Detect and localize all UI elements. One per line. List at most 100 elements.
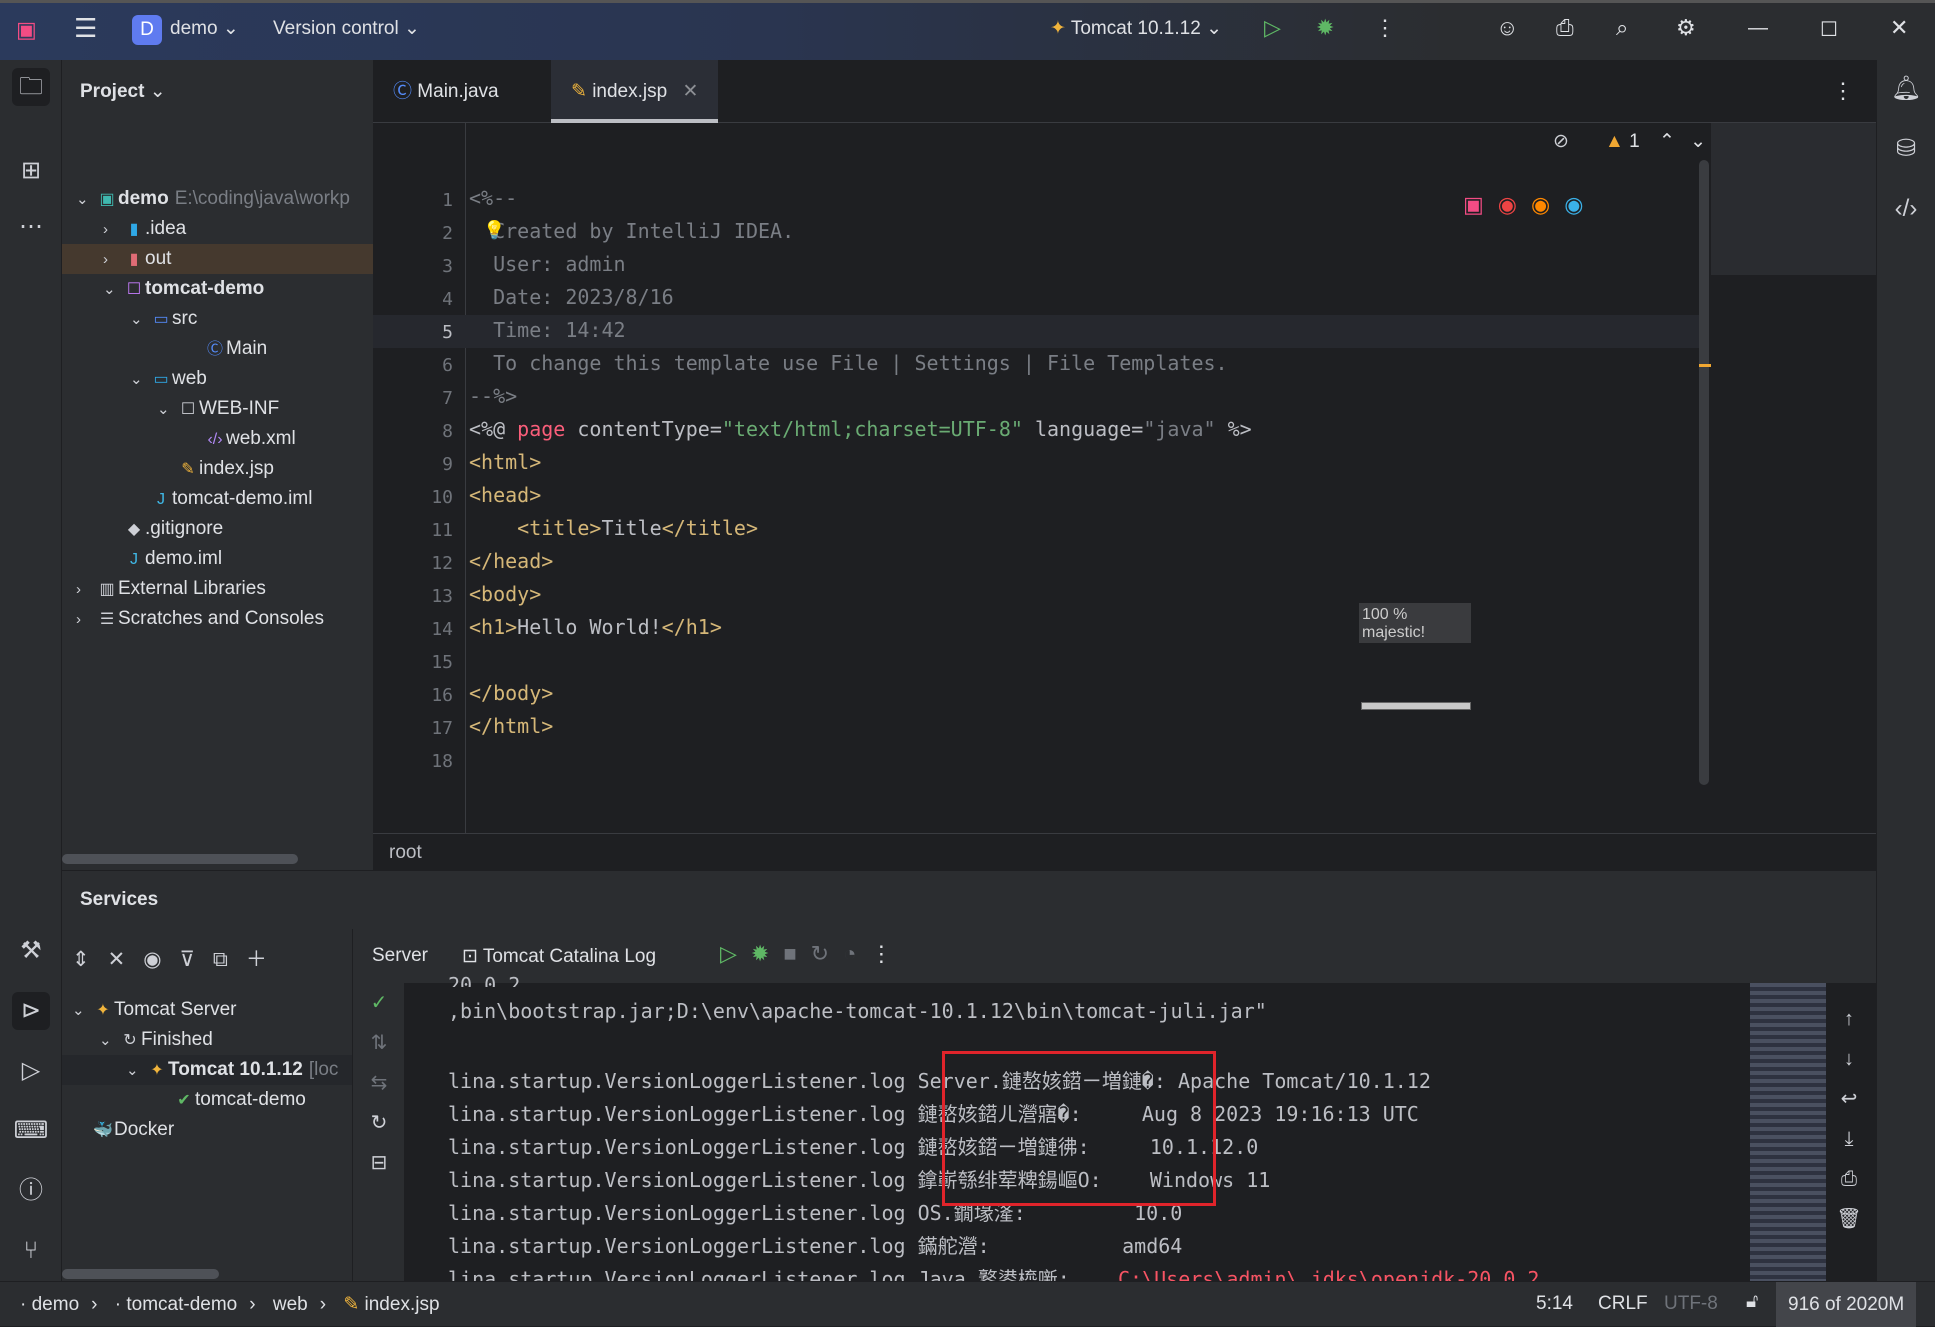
firefox-icon[interactable]: ◉ — [1531, 192, 1564, 217]
tree-item[interactable]: ‹/› web.xml — [62, 424, 373, 454]
tree-item[interactable]: ✎ index.jsp — [62, 454, 373, 484]
code-line[interactable]: <title>Title</title> — [469, 516, 758, 540]
lock-icon[interactable]: 🔓︎ — [1746, 1291, 1758, 1313]
terminal-icon[interactable]: ⌨ — [12, 1112, 50, 1150]
run-tool-icon[interactable]: ▷ — [12, 1052, 50, 1090]
search-icon[interactable]: ⌕ — [1616, 15, 1628, 41]
debug-icon[interactable]: ✹ — [751, 941, 783, 966]
chevron-down-icon[interactable]: ⌄ — [130, 365, 150, 394]
crumb-web[interactable]: web — [273, 1294, 308, 1315]
horizontal-scrollbar[interactable] — [62, 854, 298, 864]
notifications-icon[interactable]: 🔔︎ — [1887, 70, 1925, 108]
tree-item[interactable]: › ☰ Scratches and Consoles — [62, 604, 373, 634]
more-icon[interactable]: ⋮ — [1374, 15, 1396, 41]
add-icon[interactable]: ＋ — [246, 948, 285, 971]
reader-mode-icon[interactable]: ⊘ — [1553, 130, 1569, 153]
code-line[interactable]: <h1>Hello World!</h1> — [469, 615, 722, 639]
console-minimap[interactable] — [1750, 983, 1826, 1282]
memory-indicator[interactable]: 916 of 2020M — [1776, 1282, 1917, 1327]
tree-item[interactable]: Jdemo.iml — [62, 544, 373, 574]
services-icon[interactable]: ⊳ — [12, 992, 50, 1030]
code-line[interactable]: User: admin — [469, 252, 625, 276]
git-icon[interactable]: ⑂ — [12, 1232, 50, 1270]
tree-item[interactable]: ⌄ ☐ WEB-INF — [62, 394, 373, 424]
tree-item[interactable]: › ▥ External Libraries — [62, 574, 373, 604]
crumb-demo[interactable]: · demo — [20, 1294, 79, 1315]
stop-icon[interactable]: ■ — [783, 941, 810, 966]
build-icon[interactable]: ⚒ — [12, 932, 50, 970]
vcs-menu[interactable]: Version control ⌄ — [273, 17, 420, 40]
code-line[interactable]: <head> — [469, 483, 541, 507]
intellij-logo-icon[interactable]: ▣ — [16, 17, 37, 43]
tree-item[interactable]: › ▮ .idea — [62, 214, 373, 244]
debug-icon[interactable]: ✹ — [1316, 15, 1334, 41]
close-tab-icon[interactable]: ✕ — [682, 81, 698, 102]
chevron-down-icon[interactable]: ⌄ — [157, 395, 177, 424]
inspection-widget[interactable]: ▲ 1 ⌃ ⌄ — [1605, 130, 1706, 153]
tab-catalina-log[interactable]: ⊡ Tomcat Catalina Log — [462, 945, 656, 968]
chevron-right-icon[interactable]: › — [76, 575, 96, 604]
new-tab-icon[interactable]: ⧉ — [213, 948, 246, 971]
vertical-scrollbar[interactable] — [1699, 160, 1709, 785]
chevron-right-icon[interactable]: › — [103, 215, 123, 244]
tab-index-jsp[interactable]: ✎ index.jsp ✕ — [551, 60, 719, 123]
run-icon[interactable]: ▷ — [720, 941, 751, 966]
chevron-right-icon[interactable]: › — [76, 605, 96, 634]
code-line[interactable]: </head> — [469, 549, 553, 573]
file-encoding[interactable]: UTF-8 — [1664, 1293, 1718, 1315]
maximize-icon[interactable]: ☐ — [1820, 17, 1838, 42]
service-item[interactable]: ⌄ ✦ Tomcat 10.1.12 [loc — [62, 1055, 352, 1085]
project-tool-icon[interactable]: 🗀 — [12, 68, 50, 106]
project-switcher[interactable]: demo ⌄ — [170, 17, 239, 40]
minimize-icon[interactable]: — — [1748, 17, 1768, 40]
tree-item[interactable]: › ▮ out — [62, 244, 373, 274]
database-icon[interactable]: ⛁ — [1887, 130, 1925, 168]
structure-icon[interactable]: ⊞ — [12, 152, 50, 190]
updates-icon[interactable]: ⎙ — [1556, 15, 1574, 41]
tab-server[interactable]: Server — [372, 945, 428, 967]
more-tools-icon[interactable]: ⋯ — [12, 208, 50, 246]
tree-item[interactable]: ⌄ ▭ web — [62, 364, 373, 394]
line-separator[interactable]: CRLF — [1598, 1293, 1648, 1315]
chevron-down-icon[interactable]: ⌄ — [72, 996, 92, 1025]
code-line[interactable]: --%> — [469, 384, 517, 408]
profiler-icon[interactable]: ◔ — [843, 941, 870, 966]
tree-item[interactable]: ⌄ ☐ tomcat-demo — [62, 274, 373, 304]
crumb-index-jsp[interactable]: ✎ index.jsp — [343, 1294, 439, 1315]
code-line[interactable]: <html> — [469, 450, 541, 474]
code-line[interactable]: <body> — [469, 582, 541, 606]
collapse-all-icon[interactable]: ✕ — [108, 948, 144, 971]
service-item[interactable]: ⌄ ↻ Finished — [62, 1025, 352, 1055]
problems-icon[interactable]: ⓘ — [12, 1172, 50, 1210]
tree-scrollbar[interactable] — [62, 1269, 219, 1279]
chevron-down-icon[interactable]: ⌄ — [76, 185, 96, 214]
intellij-browser-icon[interactable]: ▣ — [1463, 192, 1498, 217]
tab-options-icon[interactable]: ⋮ — [1832, 78, 1854, 104]
edge-icon[interactable]: ◉ — [1564, 192, 1597, 217]
code-line[interactable]: <%@ page contentType="text/html;charset=… — [469, 417, 1252, 441]
main-menu-icon[interactable]: ☰ — [74, 13, 97, 44]
run-config-selector[interactable]: ✦ Tomcat 10.1.12 ⌄ — [1050, 17, 1222, 40]
code-line[interactable]: To change this template use File | Setti… — [469, 351, 1228, 375]
breadcrumb-root[interactable]: root — [389, 842, 422, 863]
code-line[interactable]: Date: 2023/8/16 — [469, 285, 674, 309]
tree-item[interactable]: Ⓒ Main — [62, 334, 373, 364]
caret-position[interactable]: 5:14 — [1536, 1293, 1573, 1315]
scroll-up-icon[interactable]: ↑ — [1832, 999, 1866, 1039]
service-item[interactable]: ✔ tomcat-demo — [62, 1085, 352, 1115]
rerun-icon[interactable]: ↻ — [811, 941, 843, 966]
filter-icon[interactable]: ⊽ — [180, 948, 213, 971]
service-item[interactable]: ⌄ ✦ Tomcat Server — [62, 995, 352, 1025]
code-line[interactable]: </body> — [469, 681, 553, 705]
chrome-icon[interactable]: ◉ — [1498, 192, 1531, 217]
crumb-tomcat-demo[interactable]: · tomcat-demo — [115, 1294, 237, 1315]
tree-item[interactable]: ◆ .gitignore — [62, 514, 373, 544]
soft-wrap-icon[interactable]: ↩ — [1832, 1079, 1866, 1119]
code-line[interactable]: <%-- — [469, 186, 517, 210]
chevron-down-icon[interactable]: ⌄ — [126, 1056, 146, 1085]
editor-breadcrumb[interactable]: root — [373, 833, 1876, 870]
chevron-down-icon[interactable]: ⌄ — [130, 305, 150, 334]
tree-item[interactable]: ⌄ ▣ demo E:\coding\java\workp — [62, 184, 373, 214]
lightbulb-icon[interactable]: 💡 — [483, 220, 505, 241]
add-user-icon[interactable]: ☺ — [1496, 15, 1518, 41]
